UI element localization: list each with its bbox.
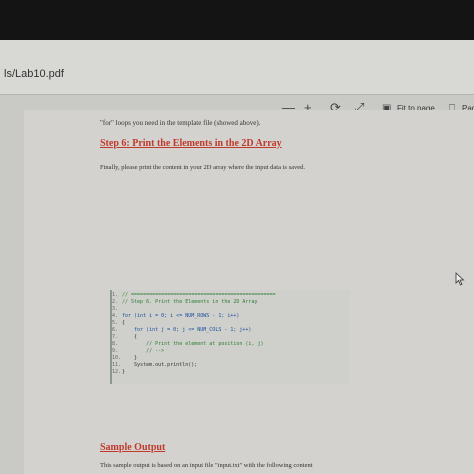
code-block: 1.// ===================================… (110, 290, 350, 384)
sample-output-heading: Sample Output (100, 442, 166, 453)
title-bar: ls/Lab10.pdf (0, 40, 474, 95)
code-line: 1.// ===================================… (112, 292, 276, 298)
code-line: 12.} (112, 369, 126, 375)
step6-body: Finally, please print the content in you… (100, 164, 305, 171)
code-line: 5.{ (112, 320, 126, 326)
code-line: 2.// Step 6. Print the Elements in the 2… (112, 299, 258, 305)
mouse-cursor-icon (455, 272, 465, 286)
pdf-page: "for" loops you need in the template fil… (24, 110, 474, 474)
sample-output-body: This sample output is based on an input … (100, 462, 313, 469)
intro-text: "for" loops you need in the template fil… (100, 119, 261, 127)
screen: ls/Lab10.pdf — + ⟳ ⤢ ▣ Fit to page ⎕ Pag… (0, 40, 474, 474)
code-line: 9. // --> (112, 348, 165, 354)
monitor-bezel (0, 0, 474, 40)
code-line: 3. (112, 306, 119, 312)
code-line: 10. } (112, 355, 138, 361)
code-line: 4. for (int i = 0; i <= NUM_ROWS - 1; i++… (112, 313, 240, 319)
code-line: 7. { (112, 334, 138, 340)
window-title: ls/Lab10.pdf (4, 68, 64, 80)
code-line: 6. for (int j = 0; j <= NUM_COLS - 1; j+… (112, 327, 252, 333)
code-line: 8. // Print the element at position (i, … (112, 341, 264, 347)
code-line: 11. System.out.println(); (112, 362, 198, 368)
step6-heading: Step 6: Print the Elements in the 2D Arr… (100, 138, 282, 149)
